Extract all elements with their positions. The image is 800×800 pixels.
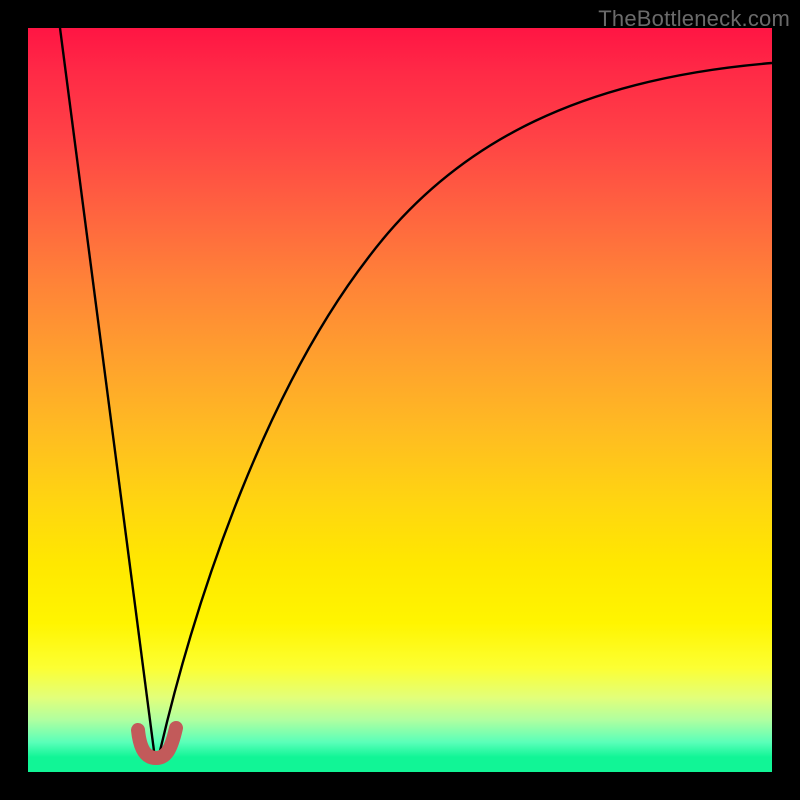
curve-bottom-marker	[138, 728, 176, 758]
curve-right	[160, 63, 772, 751]
chart-frame	[28, 28, 772, 772]
watermark-text: TheBottleneck.com	[598, 6, 790, 32]
plot-area	[28, 28, 772, 772]
bottleneck-curve	[28, 28, 772, 772]
curve-left	[60, 28, 154, 751]
